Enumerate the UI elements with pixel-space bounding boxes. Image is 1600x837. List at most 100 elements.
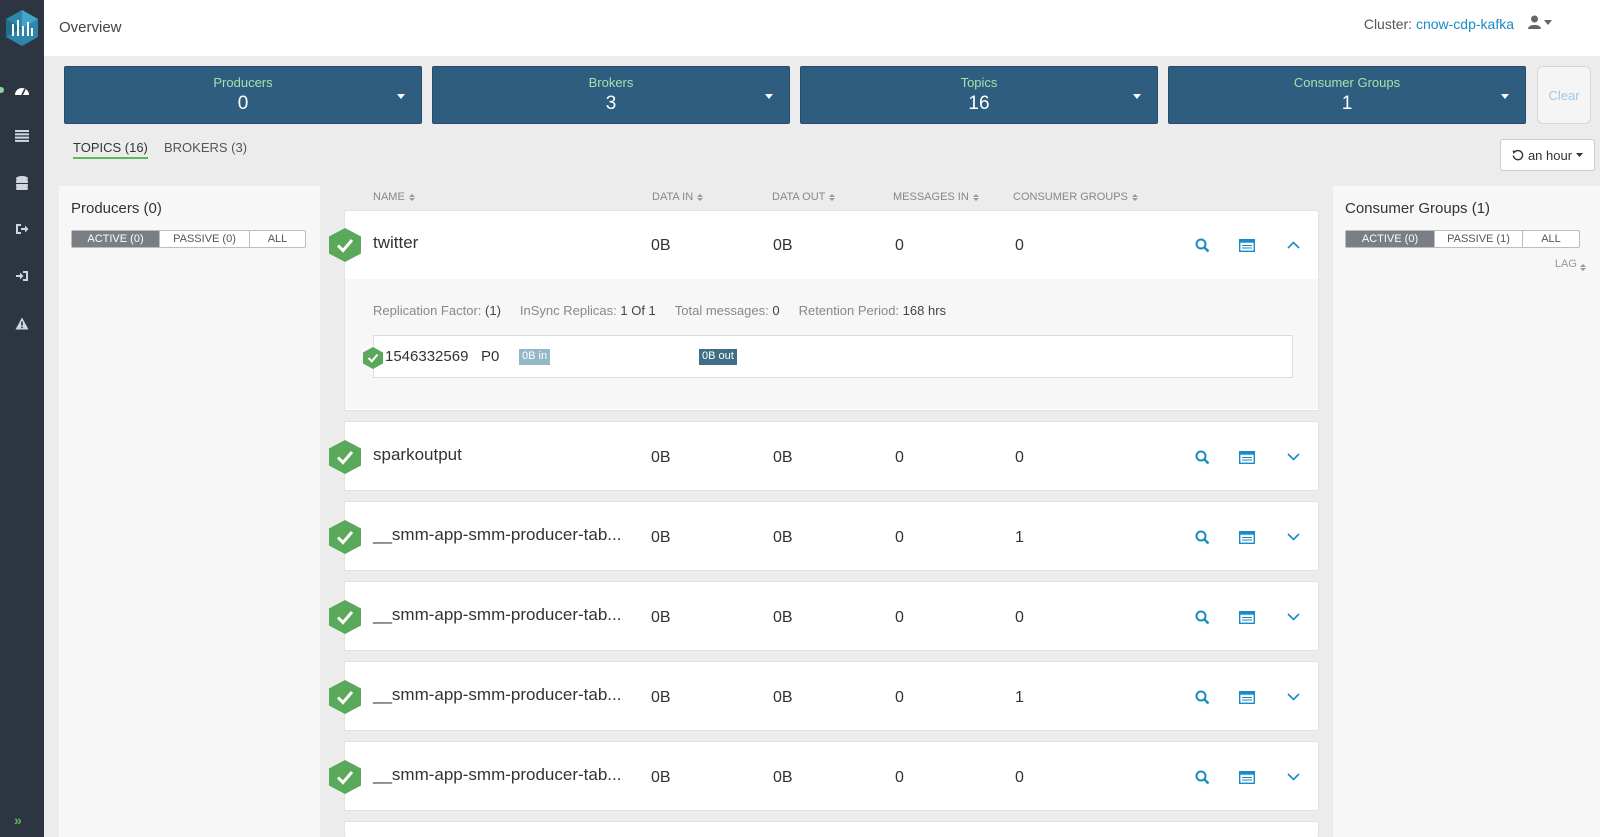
chevron-down-icon[interactable] <box>1282 606 1304 628</box>
filter-all[interactable]: ALL <box>1523 231 1579 247</box>
data-in: 0B <box>651 689 671 706</box>
topic-details: Replication Factor: (1) InSync Replicas:… <box>345 279 1318 409</box>
panel-title: Producers (0) <box>71 200 162 217</box>
messages-in: 0 <box>895 529 904 546</box>
column-name[interactable]: NAME <box>373 191 415 203</box>
cluster-label: Cluster: <box>1363 16 1413 32</box>
chevron-up-icon[interactable] <box>1282 234 1304 256</box>
topic-row[interactable]: __smm-app-smm-producer-tab... 0B 0B 0 1 <box>329 661 1319 731</box>
data-explorer-icon[interactable] <box>1236 686 1258 708</box>
meta-label: Retention Period: <box>798 303 900 318</box>
topic-row[interactable]: __smm-app-smm-producer-tab... 0B 0B 0 1 <box>329 501 1319 571</box>
app-logo[interactable] <box>4 8 40 48</box>
stat-consumer-groups[interactable]: Consumer Groups 1 <box>1168 66 1526 124</box>
tab-brokers[interactable]: BROKERS (3) <box>164 140 247 155</box>
list-icon[interactable] <box>12 126 32 146</box>
meta-label: InSync Replicas: <box>519 303 617 318</box>
data-out: 0B <box>773 529 793 546</box>
caret-down-icon <box>765 94 773 99</box>
topic-name[interactable]: __smm-app-smm-producer-tab... <box>373 685 621 705</box>
column-label: MESSAGES IN <box>893 191 969 203</box>
topic-name[interactable]: sparkoutput <box>373 445 462 465</box>
database-icon[interactable] <box>12 173 32 193</box>
chevron-down-icon[interactable] <box>1282 526 1304 548</box>
messages-in: 0 <box>895 609 904 626</box>
lag-sort[interactable]: LAG <box>1555 258 1586 271</box>
search-icon[interactable] <box>1191 446 1213 468</box>
topic-name[interactable]: __smm-app-smm-producer-tab... <box>373 605 621 625</box>
sort-icon <box>972 193 979 201</box>
data-explorer-icon[interactable] <box>1236 234 1258 256</box>
user-menu[interactable] <box>1528 15 1552 29</box>
column-messages-in[interactable]: MESSAGES IN <box>893 191 979 203</box>
search-icon[interactable] <box>1191 526 1213 548</box>
column-data-out[interactable]: DATA OUT <box>772 191 836 203</box>
messages-in: 0 <box>895 689 904 706</box>
filter-passive[interactable]: PASSIVE (0) <box>160 231 250 247</box>
caret-down-icon <box>1501 94 1509 99</box>
topic-row[interactable]: __smm-app-smm-producer-tab... 0B 0B 0 0 <box>329 741 1319 811</box>
warning-icon[interactable] <box>12 313 32 333</box>
stat-producers[interactable]: Producers 0 <box>64 66 422 124</box>
time-range-dropdown[interactable]: an hour <box>1500 139 1595 171</box>
lag-label: LAG <box>1554 258 1577 270</box>
stat-label: Consumer Groups <box>1293 75 1401 90</box>
caret-down-icon <box>1133 94 1141 99</box>
tab-topics[interactable]: TOPICS (16) <box>73 140 148 159</box>
page-title: Overview <box>59 19 122 36</box>
search-icon[interactable] <box>1191 606 1213 628</box>
data-explorer-icon[interactable] <box>1236 766 1258 788</box>
clear-button[interactable]: Clear <box>1537 66 1591 124</box>
topic-row[interactable]: __smm-app-smm-producer-tab... 0B 0B 0 0 <box>329 581 1319 651</box>
producers-panel: Producers (0) ACTIVE (0) PASSIVE (0) ALL <box>59 186 320 837</box>
data-in: 0B <box>651 237 671 254</box>
data-explorer-icon[interactable] <box>1236 606 1258 628</box>
partition-row[interactable]: 1546332569 P0 0B in 0B out <box>363 335 1293 378</box>
topic-name[interactable]: __smm-app-smm-producer-tab... <box>373 765 621 785</box>
consumer-groups-panel: Consumer Groups (1) ACTIVE (0) PASSIVE (… <box>1333 186 1600 837</box>
topic-name[interactable]: __smm-app-smm-producer-tab... <box>373 525 621 545</box>
data-explorer-icon[interactable] <box>1236 446 1258 468</box>
topic-row[interactable]: sparkoutput 0B 0B 0 0 <box>329 421 1319 491</box>
partition-name: P0 <box>481 348 500 365</box>
chevron-down-icon[interactable] <box>1282 766 1304 788</box>
topic-row[interactable]: twitter 0B 0B 0 0 Replication Factor: (1… <box>329 210 1319 411</box>
consumer-groups: 1 <box>1015 529 1024 546</box>
data-out: 0B <box>773 449 793 466</box>
partition-id: 1546332569 <box>385 348 469 365</box>
stat-value: 3 <box>605 93 617 114</box>
stat-value: 16 <box>968 93 990 114</box>
status-ok-icon <box>329 440 361 474</box>
sign-out-icon[interactable] <box>12 219 32 239</box>
sort-icon <box>697 193 704 201</box>
chevron-down-icon[interactable] <box>1282 446 1304 468</box>
time-range-label: an hour <box>1527 147 1573 163</box>
search-icon[interactable] <box>1191 766 1213 788</box>
column-data-in[interactable]: DATA IN <box>652 191 704 203</box>
sign-in-icon[interactable] <box>12 266 32 286</box>
filter-passive[interactable]: PASSIVE (1) <box>1435 231 1523 247</box>
data-out: 0B <box>773 769 793 786</box>
chevron-down-icon[interactable] <box>1282 686 1304 708</box>
expand-sidebar-icon[interactable]: » <box>14 812 22 828</box>
user-icon <box>1528 15 1541 29</box>
cluster-link[interactable]: cnow-cdp-kafka <box>1416 16 1514 32</box>
topic-row-partial[interactable] <box>344 821 1319 837</box>
search-icon[interactable] <box>1191 234 1213 256</box>
consumer-groups: 1 <box>1015 689 1024 706</box>
stat-topics[interactable]: Topics 16 <box>800 66 1158 124</box>
filter-active[interactable]: ACTIVE (0) <box>72 231 160 247</box>
stat-value: 1 <box>1341 93 1353 114</box>
dashboard-icon[interactable] <box>0 80 32 100</box>
partition-in-badge: 0B in <box>519 349 551 365</box>
data-explorer-icon[interactable] <box>1236 526 1258 548</box>
filter-active[interactable]: ACTIVE (0) <box>1346 231 1435 247</box>
search-icon[interactable] <box>1191 686 1213 708</box>
topic-name[interactable]: twitter <box>373 233 418 253</box>
column-consumer-groups[interactable]: CONSUMER GROUPS <box>1013 191 1138 203</box>
stat-brokers[interactable]: Brokers 3 <box>432 66 790 124</box>
status-ok-icon <box>329 228 361 262</box>
producer-filter: ACTIVE (0) PASSIVE (0) ALL <box>71 230 306 248</box>
filter-all[interactable]: ALL <box>250 231 305 247</box>
data-in: 0B <box>651 529 671 546</box>
